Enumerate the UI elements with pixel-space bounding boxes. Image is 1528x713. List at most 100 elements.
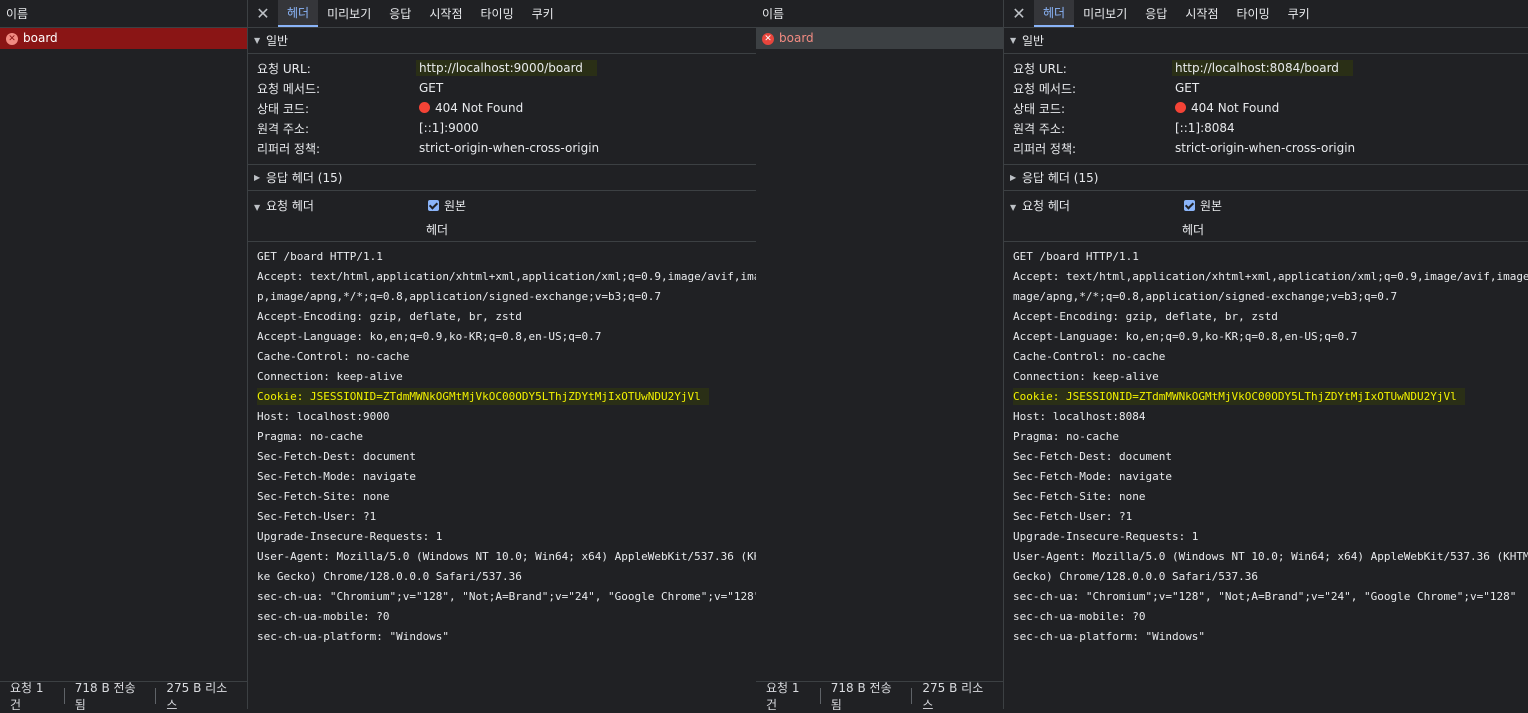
header-line-text: Accept-Language: ko,en;q=0.9,ko-KR;q=0.8… (1013, 330, 1358, 343)
header-line-text: Upgrade-Insecure-Requests: 1 (1013, 530, 1199, 543)
header-line-text: Cookie: JSESSIONID=ZTdmMWNkOGMtMjVkOC00O… (257, 388, 709, 405)
header-line: Accept-Encoding: gzip, deflate, br, zstd (257, 307, 756, 327)
tab-initiator[interactable]: 시작점 (420, 0, 471, 27)
general-row-status: 상태 코드: 404 Not Found (1004, 98, 1528, 118)
response-headers-header[interactable]: ▶ 응답 헤더 (15) (1004, 165, 1528, 191)
header-line: Accept-Encoding: gzip, deflate, br, zstd (1013, 307, 1528, 327)
raw-headers: GET /board HTTP/1.1 Accept: text/html,app… (248, 242, 756, 647)
header-line: mage/apng,*/*;q=0.8,application/signed-e… (1013, 287, 1528, 307)
close-icon[interactable]: ✕ (248, 0, 278, 27)
tab-cookies[interactable]: 쿠키 (1279, 0, 1319, 27)
request-headers-toggle[interactable]: ▼ 요청 헤더 (1010, 197, 1070, 214)
triangle-down-icon: ▼ (254, 35, 261, 45)
header-line-text: Host: localhost:8084 (1013, 410, 1146, 423)
raw-toggle[interactable]: 원본 (1184, 197, 1222, 214)
header-line-text: Accept-Encoding: gzip, deflate, br, zstd (257, 310, 522, 323)
request-row-board[interactable]: ✕ board (756, 28, 1003, 49)
header-line: Host: localhost:9000 (257, 407, 756, 427)
general-title: 일반 (1022, 33, 1045, 48)
tab-preview[interactable]: 미리보기 (1074, 0, 1136, 27)
header-line: Sec-Fetch-User: ?1 (1013, 507, 1528, 527)
row-value: [::1]:8084 (1175, 121, 1235, 135)
error-icon: ✕ (6, 32, 18, 45)
header-line: ke Gecko) Chrome/128.0.0.0 Safari/537.36 (257, 567, 756, 587)
header-line: p,image/apng,*/*;q=0.8,application/signe… (257, 287, 756, 307)
triangle-down-icon: ▼ (1010, 35, 1017, 45)
general-row-status: 상태 코드: 404 Not Found (248, 98, 756, 118)
general-title: 일반 (266, 33, 289, 48)
header-line-text: Cookie: JSESSIONID=ZTdmMWNkOGMtMjVkOC00O… (1013, 388, 1465, 405)
tab-initiator[interactable]: 시작점 (1176, 0, 1227, 27)
checkbox-icon[interactable] (1184, 200, 1195, 211)
general-row-referrer: 리퍼러 정책: strict-origin-when-cross-origin (1004, 138, 1528, 158)
row-key: 요청 메서드: (1013, 81, 1077, 96)
checkbox-icon[interactable] (428, 200, 439, 211)
header-line-text: Accept: text/html,application/xhtml+xml,… (1013, 270, 1528, 283)
request-details: ✕ 헤더 미리보기 응답 시작점 타이밍 쿠키 ▼ 일반 요청 URL: htt… (1004, 0, 1528, 709)
devtools-comparison: 이름 ✕ board 요청 1건 718 B 전송됨 275 B 리소스 ✕ 헤… (0, 0, 1528, 712)
request-headers-title: 요청 헤더 (1022, 199, 1070, 213)
header-line: Cache-Control: no-cache (257, 347, 756, 367)
header-line-text: GET /board HTTP/1.1 (1013, 250, 1139, 263)
header-line: Pragma: no-cache (1013, 427, 1528, 447)
general-row-remote: 원격 주소: [::1]:9000 (248, 118, 756, 138)
general-section: 요청 URL: http://localhost:8084/board 요청 메… (1004, 54, 1528, 165)
response-headers-header[interactable]: ▶ 응답 헤더 (15) (248, 165, 756, 191)
request-headers-title: 요청 헤더 (266, 199, 314, 213)
row-value: GET (1175, 81, 1200, 95)
row-key: 상태 코드: (1013, 101, 1066, 116)
header-line-text: Gecko) Chrome/128.0.0.0 Safari/537.36 (1013, 570, 1259, 583)
request-headers-header: ▼ 요청 헤더 원본 헤더 (1004, 191, 1528, 242)
row-value: [::1]:9000 (419, 121, 479, 135)
request-headers-toggle[interactable]: ▼ 요청 헤더 (254, 197, 314, 214)
request-details: ✕ 헤더 미리보기 응답 시작점 타이밍 쿠키 ▼ 일반 요청 URL: htt… (248, 0, 756, 709)
header-line: Connection: keep-alive (1013, 367, 1528, 387)
triangle-down-icon: ▼ (254, 203, 261, 212)
close-icon[interactable]: ✕ (1004, 0, 1034, 27)
header-line: Host: localhost:8084 (1013, 407, 1528, 427)
name-column-header[interactable]: 이름 (0, 0, 247, 28)
row-key: 요청 URL: (1013, 61, 1067, 76)
header-line: sec-ch-ua-mobile: ?0 (1013, 607, 1528, 627)
header-line: GET /board HTTP/1.1 (257, 247, 756, 267)
tab-timing[interactable]: 타이밍 (471, 0, 522, 27)
header-line: sec-ch-ua: "Chromium";v="128", "Not;A=Br… (1013, 587, 1528, 607)
request-row-board[interactable]: ✕ board (0, 28, 247, 49)
detail-tabs: ✕ 헤더 미리보기 응답 시작점 타이밍 쿠키 (1004, 0, 1528, 28)
row-key: 상태 코드: (257, 101, 310, 116)
raw-toggle[interactable]: 원본 (428, 197, 466, 214)
header-line: Sec-Fetch-Mode: navigate (1013, 467, 1528, 487)
general-section-header[interactable]: ▼ 일반 (1004, 28, 1528, 54)
general-row-method: 요청 메서드: GET (248, 78, 756, 98)
header-line: Sec-Fetch-Site: none (1013, 487, 1528, 507)
header-line: Cache-Control: no-cache (1013, 347, 1528, 367)
cookie-header-line: Cookie: JSESSIONID=ZTdmMWNkOGMtMjVkOC00O… (1013, 387, 1528, 407)
header-line: Sec-Fetch-Mode: navigate (257, 467, 756, 487)
header-line-text: mage/apng,*/*;q=0.8,application/signed-e… (1013, 290, 1398, 303)
header-line-text: Sec-Fetch-User: ?1 (257, 510, 377, 523)
header-line-text: Cache-Control: no-cache (257, 350, 410, 363)
header-line-text: Upgrade-Insecure-Requests: 1 (257, 530, 443, 543)
tab-timing[interactable]: 타이밍 (1227, 0, 1278, 27)
tab-headers[interactable]: 헤더 (278, 0, 319, 27)
network-panel-2: 이름 ✕ board 요청 1건 718 B 전송됨 275 B 리소스 ✕ 헤… (756, 0, 1528, 712)
header-line: Accept: text/html,application/xhtml+xml,… (257, 267, 756, 287)
name-column-header[interactable]: 이름 (756, 0, 1003, 28)
header-line: Accept: text/html,application/xhtml+xml,… (1013, 267, 1528, 287)
header-line: Accept-Language: ko,en;q=0.9,ko-KR;q=0.8… (257, 327, 756, 347)
status-code-value: 404 Not Found (435, 101, 524, 115)
header-line-text: Cache-Control: no-cache (1013, 350, 1166, 363)
tab-cookies[interactable]: 쿠키 (523, 0, 563, 27)
header-line-text: Accept-Language: ko,en;q=0.9,ko-KR;q=0.8… (257, 330, 602, 343)
general-section-header[interactable]: ▼ 일반 (248, 28, 756, 54)
header-line: Sec-Fetch-Dest: document (1013, 447, 1528, 467)
header-line-text: sec-ch-ua-platform: "Windows" (257, 630, 450, 643)
header-line-text: User-Agent: Mozilla/5.0 (Windows NT 10.0… (1013, 550, 1528, 563)
status-dot-icon (1175, 102, 1186, 113)
request-headers-header: ▼ 요청 헤더 원본 헤더 (248, 191, 756, 242)
tab-response[interactable]: 응답 (380, 0, 420, 27)
tab-headers[interactable]: 헤더 (1034, 0, 1075, 27)
tab-preview[interactable]: 미리보기 (318, 0, 380, 27)
tab-response[interactable]: 응답 (1136, 0, 1176, 27)
transferred-size: 718 B 전송됨 (830, 680, 892, 712)
